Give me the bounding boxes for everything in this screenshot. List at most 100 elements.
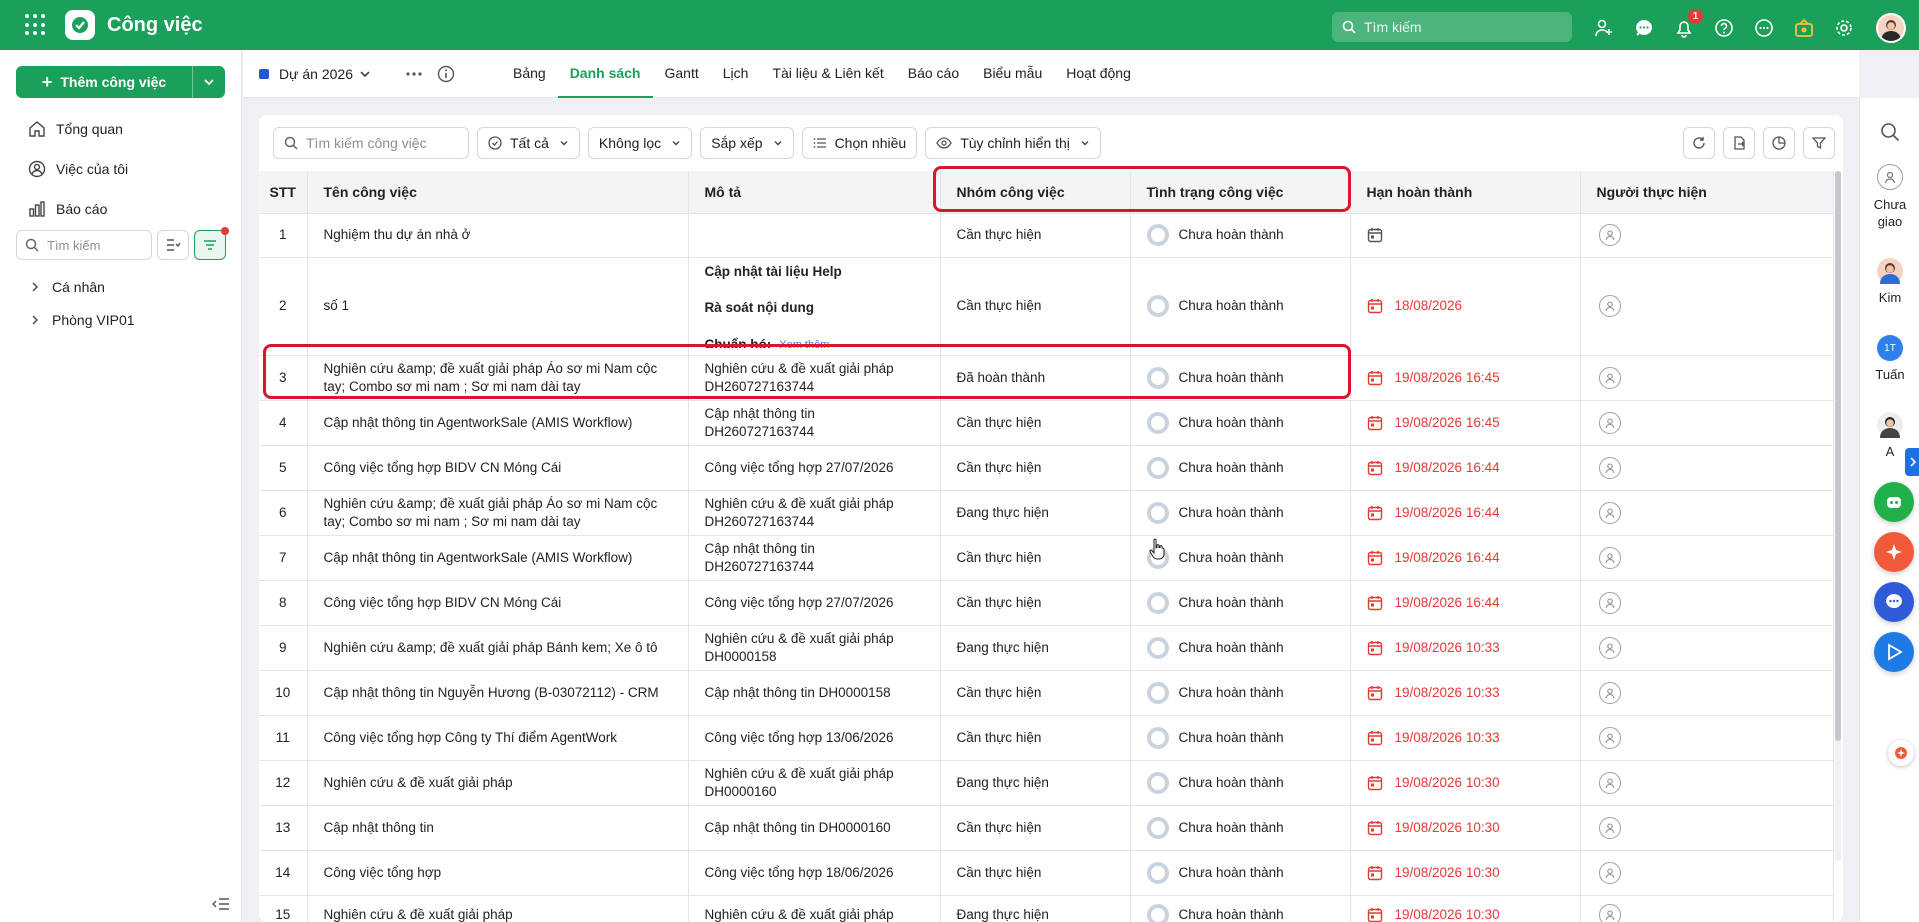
task-name[interactable]: Công việc tổng hợp (324, 865, 442, 880)
apps-grid-icon[interactable] (25, 14, 47, 36)
task-name[interactable]: Công việc tổng hợp Công ty Thí điểm Agen… (324, 730, 618, 745)
assignee-cell[interactable] (1580, 445, 1834, 491)
task-group-cell[interactable]: Cần thực hiện (940, 213, 1131, 258)
col-header-description[interactable]: Mô tả (688, 171, 941, 214)
task-description-cell[interactable]: Nghiên cứu & đề xuất giải pháp DH0000158 (688, 625, 941, 671)
scrollbar-thumb[interactable] (1835, 171, 1841, 741)
task-group-cell[interactable]: Đã hoàn thành (940, 355, 1131, 401)
due-date[interactable]: 19/08/2026 10:33 (1367, 729, 1564, 747)
task-status-cell[interactable]: Chưa hoàn thành (1130, 400, 1351, 446)
status-circle-icon[interactable] (1146, 861, 1169, 884)
task-name-cell[interactable]: Công việc tổng hợp (307, 850, 689, 896)
due-date-cell[interactable]: 19/08/2026 10:33 (1350, 670, 1581, 716)
status-circle-icon[interactable] (1146, 771, 1169, 794)
rail-expand-button[interactable] (1905, 448, 1919, 476)
task-name[interactable]: Công việc tổng hợp BIDV CN Móng Cái (324, 460, 562, 475)
col-header-task-group[interactable]: Nhóm công việc (940, 171, 1131, 214)
task-group-cell[interactable]: Cần thực hiện (940, 400, 1131, 446)
task-description-cell[interactable]: Công việc tổng hợp 18/06/2026 (688, 850, 941, 896)
task-status-cell[interactable]: Chưa hoàn thành (1130, 805, 1351, 851)
user-avatar[interactable] (1876, 13, 1906, 43)
due-date[interactable]: 19/08/2026 10:30 (1367, 906, 1564, 922)
task-name-cell[interactable]: Cập nhật thông tin AgentworkSale (AMIS W… (307, 400, 689, 446)
export-button[interactable] (1723, 127, 1755, 159)
tab-forms[interactable]: Biểu mẫu (971, 50, 1054, 98)
due-date-cell[interactable]: 19/08/2026 10:33 (1350, 715, 1581, 761)
task-name-cell[interactable]: Nghiên cứu &amp; đề xuất giải pháp Áo sơ… (307, 355, 689, 401)
assignee-placeholder-icon[interactable] (1598, 726, 1621, 749)
customize-view-dropdown[interactable]: Tùy chỉnh hiển thị (925, 127, 1101, 159)
assignee-placeholder-icon[interactable] (1598, 295, 1621, 317)
status-circle-icon[interactable] (1146, 636, 1169, 659)
status-circle-icon[interactable] (1146, 816, 1169, 839)
task-description-cell[interactable] (688, 213, 941, 258)
chart-view-button[interactable] (1763, 127, 1795, 159)
due-date-cell[interactable]: 18/08/2026 (1350, 257, 1581, 356)
assignee-cell[interactable] (1580, 257, 1834, 356)
project-name[interactable]: Dự án 2026 (279, 66, 353, 82)
status-circle-icon[interactable] (1146, 681, 1169, 704)
add-user-icon[interactable] (1592, 16, 1616, 40)
status-circle-icon[interactable] (1146, 501, 1169, 524)
table-row[interactable]: 11 Công việc tổng hợp Công ty Thí điểm Ag… (259, 715, 1834, 761)
task-description-cell[interactable]: Nghiên cứu & đề xuất giải pháp DH0000160 (688, 760, 941, 806)
task-group-cell[interactable]: Đang thực hiện (940, 895, 1131, 922)
due-date-empty[interactable] (1367, 227, 1564, 243)
due-date-cell[interactable]: 19/08/2026 16:44 (1350, 535, 1581, 581)
task-name-cell[interactable]: Nghiên cứu &amp; đề xuất giải pháp Bánh … (307, 625, 689, 671)
table-row[interactable]: 1 Nghiệm thu dự án nhà ở Cần thực hiện Chưa… (259, 213, 1834, 258)
table-row[interactable]: 14 Công việc tổng hợp Công việc tổng hợp 1… (259, 850, 1834, 896)
due-date-cell[interactable]: 19/08/2026 16:44 (1350, 445, 1581, 491)
due-date[interactable]: 19/08/2026 10:30 (1367, 864, 1564, 882)
task-group-cell[interactable]: Cần thực hiện (940, 715, 1131, 761)
assignee-cell[interactable] (1580, 760, 1834, 806)
tab-documents-links[interactable]: Tài liệu & Liên kết (760, 50, 895, 98)
more-horizontal-icon[interactable] (405, 71, 423, 77)
nav-overview[interactable]: Tổng quan (28, 120, 123, 138)
sidebar-search-input[interactable]: Tìm kiếm (16, 230, 152, 260)
reward-icon[interactable] (1792, 16, 1816, 40)
due-date[interactable]: 18/08/2026 (1367, 297, 1564, 315)
table-row[interactable]: 3 Nghiên cứu &amp; đề xuất giải pháp Áo s… (259, 355, 1834, 401)
due-date-cell[interactable]: 19/08/2026 16:44 (1350, 490, 1581, 536)
table-row[interactable]: 6 Nghiên cứu &amp; đề xuất giải pháp Áo s… (259, 490, 1834, 536)
table-row[interactable]: 12 Nghiên cứu & đề xuất giải pháp Nghiên c… (259, 760, 1834, 806)
task-name-cell[interactable]: Nghiên cứu & đề xuất giải pháp (307, 895, 689, 922)
assignee-placeholder-icon[interactable] (1598, 636, 1621, 659)
task-group-cell[interactable]: Cần thực hiện (940, 805, 1131, 851)
assignee-placeholder-icon[interactable] (1598, 501, 1621, 524)
task-group-cell[interactable]: Đang thực hiện (940, 760, 1131, 806)
task-search-input[interactable]: Tìm kiếm công việc (273, 127, 469, 159)
sidebar-filter-button[interactable] (194, 227, 229, 260)
quick-action-button[interactable] (1888, 740, 1914, 766)
add-task-main[interactable]: + Thêm công việc (16, 66, 193, 98)
task-name[interactable]: Nghiên cứu &amp; đề xuất giải pháp Bánh … (324, 640, 658, 655)
due-date-cell[interactable]: 19/08/2026 10:30 (1350, 760, 1581, 806)
table-row[interactable]: 7 Cập nhật thông tin AgentworkSale (AMIS … (259, 535, 1834, 581)
due-date-cell[interactable]: 19/08/2026 16:45 (1350, 400, 1581, 446)
status-circle-icon[interactable] (1146, 295, 1169, 317)
table-row[interactable]: 5 Công việc tổng hợp BIDV CN Móng Cái Công… (259, 445, 1834, 491)
task-description-cell[interactable]: Nghiên cứu & đề xuất giải pháp (688, 895, 941, 922)
nav-my-tasks[interactable]: Việc của tôi (28, 160, 128, 178)
task-name[interactable]: Nghiên cứu & đề xuất giải pháp (324, 775, 513, 790)
assignee-cell[interactable] (1580, 213, 1834, 258)
task-description-cell[interactable]: Cập nhật thông tin DH260727163744 (688, 400, 941, 446)
due-date-cell[interactable]: 19/08/2026 16:45 (1350, 355, 1581, 401)
assignee-placeholder-icon[interactable] (1598, 456, 1621, 479)
tree-item-vip01[interactable]: Phòng VIP01 (30, 312, 135, 328)
due-date[interactable]: 19/08/2026 16:44 (1367, 549, 1564, 567)
tree-item-personal[interactable]: Cá nhân (30, 279, 105, 295)
assignee-placeholder-icon[interactable] (1598, 861, 1621, 884)
task-status-cell[interactable]: Chưa hoàn thành (1130, 445, 1351, 491)
assignee-placeholder-icon[interactable] (1598, 366, 1621, 389)
due-date-cell[interactable]: 19/08/2026 10:30 (1350, 805, 1581, 851)
help-icon[interactable] (1712, 16, 1736, 40)
task-status-cell[interactable]: Chưa hoàn thành (1130, 257, 1351, 356)
task-description-cell[interactable]: Cập nhật thông tin DH0000158 (688, 670, 941, 716)
task-group-cell[interactable]: Cần thực hiện (940, 580, 1131, 626)
assignee-placeholder-icon[interactable] (1598, 816, 1621, 839)
assignee-cell[interactable] (1580, 850, 1834, 896)
filter-dropdown[interactable]: Không lọc (587, 127, 693, 159)
tab-board[interactable]: Bảng (501, 50, 558, 98)
